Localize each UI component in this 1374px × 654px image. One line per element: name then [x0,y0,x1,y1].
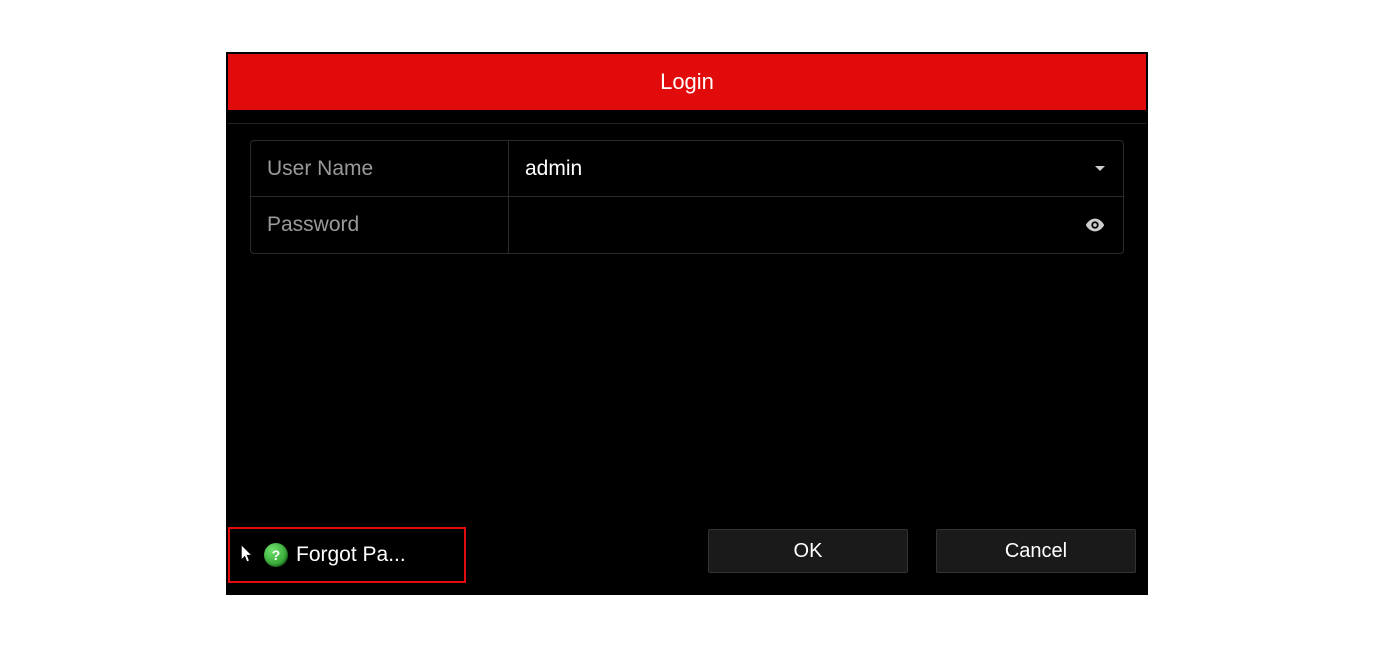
cancel-button[interactable]: Cancel [936,529,1136,573]
ok-button[interactable]: OK [708,529,908,573]
dialog-body: User Name admin Password [228,110,1146,593]
forgot-password-button[interactable]: ? Forgot Pa... [228,527,466,583]
forgot-password-label: Forgot Pa... [296,543,406,567]
help-icon: ? [264,543,288,567]
dialog-titlebar: Login [228,54,1146,110]
eye-icon[interactable] [1083,213,1107,237]
login-dialog: Login User Name admin Password [226,52,1148,595]
username-label: User Name [251,141,509,196]
password-row: Password [251,197,1123,253]
username-value: admin [525,157,1093,181]
password-field-wrap [509,197,1123,253]
dialog-footer: ? Forgot Pa... OK Cancel [228,521,1146,593]
password-label: Password [251,197,509,253]
button-group: OK Cancel [708,529,1136,573]
username-row: User Name admin [251,141,1123,197]
cursor-icon [240,544,256,566]
password-input[interactable] [525,213,1083,237]
dialog-title: Login [660,69,714,95]
separator [228,123,1146,124]
username-dropdown[interactable]: admin [509,141,1123,196]
login-form: User Name admin Password [250,140,1124,254]
chevron-down-icon [1093,162,1107,176]
